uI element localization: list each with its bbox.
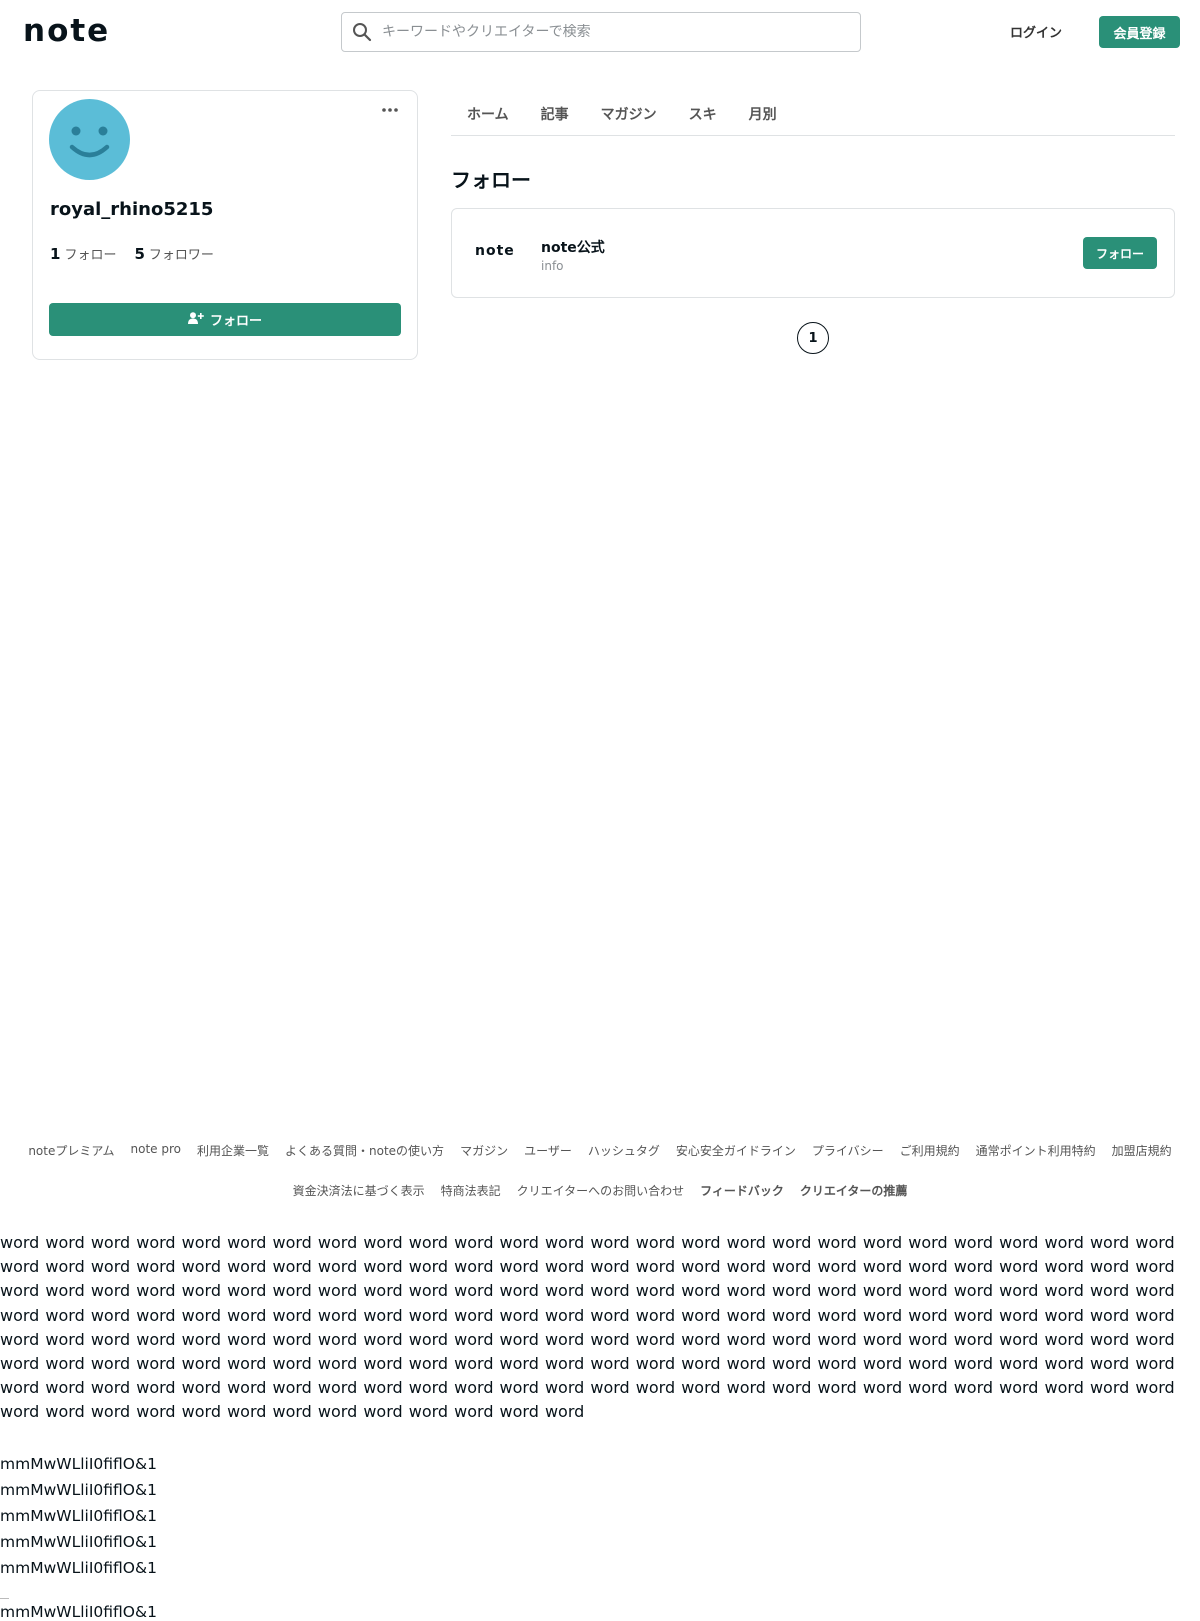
profile-tabs: ホーム 記事 マガジン スキ 月別	[451, 94, 1175, 136]
footer-link[interactable]: ユーザー	[524, 1142, 572, 1159]
logo-text: note	[23, 12, 111, 49]
note-official-logo: note	[475, 243, 515, 259]
followers-count[interactable]: 5	[134, 245, 144, 263]
footer-link[interactable]: 安心安全ガイドライン	[676, 1142, 796, 1159]
avatar[interactable]	[49, 99, 130, 180]
smiley-face-icon	[69, 126, 110, 158]
page-title: フォロー	[451, 168, 531, 192]
more-options-icon[interactable]	[379, 103, 401, 117]
words-paragraph: word word word word word word word word …	[0, 1233, 1175, 1422]
list-item[interactable]: note note公式 info フォロー	[451, 208, 1175, 298]
footer-link[interactable]: よくある質問・noteの使い方	[285, 1142, 444, 1159]
profile-follow-button[interactable]: フォロー	[49, 303, 401, 336]
follow-button[interactable]: フォロー	[1083, 237, 1157, 269]
glyph-line: mmMwWLliI0fiflO&1	[0, 1533, 157, 1551]
search-box[interactable]	[341, 12, 861, 52]
tab-articles[interactable]: 記事	[525, 94, 585, 135]
tab-home[interactable]: ホーム	[451, 94, 525, 135]
search-input[interactable]	[382, 24, 842, 40]
pagination-page[interactable]: 1	[797, 322, 829, 354]
glyph-line: mmMwWLliI0fiflO&1	[0, 1481, 157, 1499]
item-name[interactable]: note公式	[541, 237, 605, 257]
item-sub: info	[541, 259, 564, 273]
login-link[interactable]: ログイン	[1010, 22, 1062, 41]
following-label[interactable]: フォロー	[64, 244, 116, 263]
footer-recommend-link[interactable]: クリエイターの推薦	[800, 1182, 908, 1199]
search-icon	[342, 13, 382, 51]
footer-links-row2: 資金決済法に基づく表示 特商法表記 クリエイターへのお問い合わせ フィードバック…	[0, 1182, 1200, 1199]
footer-links-row1: noteプレミアム note pro 利用企業一覧 よくある質問・noteの使い…	[0, 1142, 1200, 1159]
site-header: note ログイン 会員登録	[0, 0, 1200, 64]
footer-link[interactable]: 加盟店規約	[1112, 1142, 1172, 1159]
glyph-line: mmMwWLliI0fiflO&1	[0, 1455, 157, 1473]
footer-link[interactable]: 通常ポイント利用特約	[976, 1142, 1096, 1159]
footer-link[interactable]: noteプレミアム	[28, 1142, 114, 1159]
glyph-lines: mmMwWLliI0fiflO&1 mmMwWLliI0fiflO&1 mmMw…	[0, 1451, 157, 1581]
tab-monthly[interactable]: 月別	[733, 94, 793, 135]
glyph-line: mmMwWLliI0fiflO&1	[0, 1507, 157, 1525]
tab-magazine[interactable]: マガジン	[585, 94, 673, 135]
register-button[interactable]: 会員登録	[1099, 16, 1180, 48]
footer-link[interactable]: 資金決済法に基づく表示	[293, 1182, 425, 1199]
footer-link[interactable]: note pro	[131, 1142, 181, 1159]
following-count[interactable]: 1	[50, 245, 60, 263]
follow-stats: 1 フォロー 5 フォロワー	[50, 244, 214, 263]
footer-link[interactable]: プライバシー	[812, 1142, 884, 1159]
footer-link[interactable]: ご利用規約	[900, 1142, 960, 1159]
footer-link[interactable]: 特商法表記	[441, 1182, 501, 1199]
footer-feedback-link[interactable]: フィードバック	[700, 1182, 784, 1199]
add-user-icon	[187, 311, 204, 328]
profile-follow-label: フォロー	[209, 314, 262, 329]
username: royal_rhino5215	[50, 199, 214, 220]
followers-label[interactable]: フォロワー	[149, 244, 214, 263]
footer-link[interactable]: クリエイターへのお問い合わせ	[517, 1182, 685, 1199]
footer-link[interactable]: ハッシュタグ	[588, 1142, 660, 1159]
glyph-line: mmMwWLliI0fiflO&1	[0, 1603, 157, 1621]
tab-likes[interactable]: スキ	[673, 94, 733, 135]
footer-link[interactable]: 利用企業一覧	[197, 1142, 269, 1159]
divider	[0, 1598, 9, 1599]
footer-link[interactable]: マガジン	[460, 1142, 508, 1159]
glyph-line: mmMwWLliI0fiflO&1	[0, 1559, 157, 1577]
note-logo[interactable]: note	[23, 14, 110, 48]
profile-card: royal_rhino5215 1 フォロー 5 フォロワー フォロー	[32, 90, 418, 360]
